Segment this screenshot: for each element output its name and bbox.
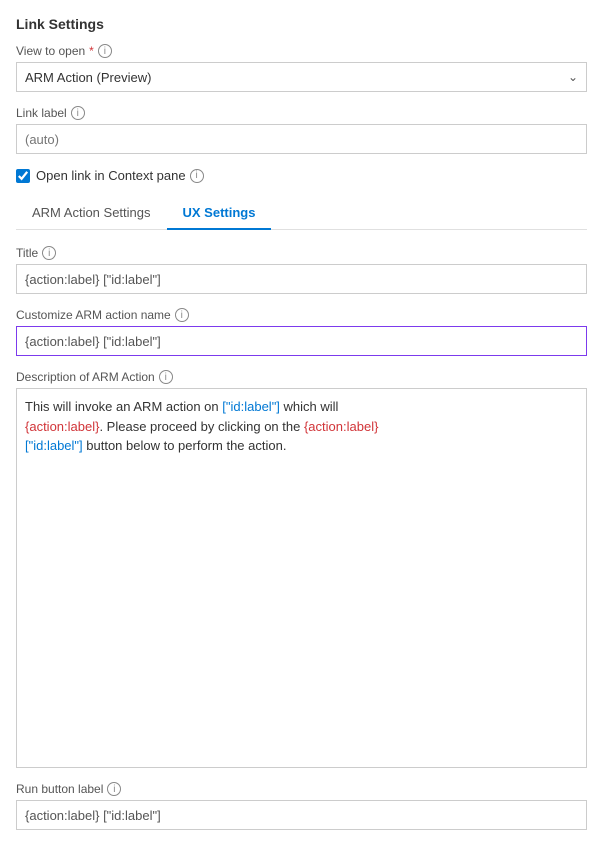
open-context-info-icon[interactable]: i [190,169,204,183]
description-group: Description of ARM Action i This will in… [16,370,587,768]
link-label-info-icon[interactable]: i [71,106,85,120]
customize-arm-info-icon[interactable]: i [175,308,189,322]
description-textarea[interactable]: This will invoke an ARM action on ["id:l… [16,388,587,768]
run-button-label-info-icon[interactable]: i [107,782,121,796]
view-to-open-info-icon[interactable]: i [98,44,112,58]
section-title: Link Settings [16,16,587,32]
description-textarea-wrapper: This will invoke an ARM action on ["id:l… [16,388,587,768]
title-field-label: Title i [16,246,587,260]
view-to-open-group: View to open * i ARM Action (Preview) ⌄ [16,44,587,92]
link-label-text: Link label [16,106,67,120]
customize-arm-label: Customize ARM action name i [16,308,587,322]
open-context-label-text: Open link in Context pane [36,168,186,183]
required-star: * [89,44,94,58]
customize-arm-input[interactable] [16,326,587,356]
desc-line1-plain: This will invoke an ARM action on [25,399,222,414]
tab-arm-action-settings[interactable]: ARM Action Settings [16,197,167,230]
tab-ux-settings[interactable]: UX Settings [167,197,272,230]
run-button-label-text: Run button label [16,782,103,796]
run-button-label-label: Run button label i [16,782,587,796]
link-label-group: Link label i [16,106,587,154]
description-label: Description of ARM Action i [16,370,587,384]
desc-line2-red: {action:label} [25,419,99,434]
open-context-label: Open link in Context pane i [36,168,204,183]
view-to-open-label: View to open * i [16,44,587,58]
description-label-text: Description of ARM Action [16,370,155,384]
view-to-open-dropdown-wrapper: ARM Action (Preview) ⌄ [16,62,587,92]
link-label-label: Link label i [16,106,587,120]
desc-line2-red2: {action:label} [304,419,378,434]
view-to-open-dropdown[interactable]: ARM Action (Preview) ⌄ [16,62,587,92]
description-info-icon[interactable]: i [159,370,173,384]
tabs-row: ARM Action Settings UX Settings [16,197,587,230]
desc-line3-blue: ["id:label"] [25,438,83,453]
desc-line1-blue: ["id:label"] [222,399,280,414]
dropdown-arrow-icon: ⌄ [568,70,578,84]
view-to-open-text: View to open [16,44,85,58]
open-context-checkbox[interactable] [16,169,30,183]
customize-arm-label-text: Customize ARM action name [16,308,171,322]
title-input[interactable] [16,264,587,294]
desc-line1-plain2: which will [280,399,339,414]
title-field-label-text: Title [16,246,38,260]
desc-line3-plain: button below to perform the action. [83,438,287,453]
view-to-open-value: ARM Action (Preview) [25,70,151,85]
link-label-input[interactable] [16,124,587,154]
open-context-row: Open link in Context pane i [16,168,587,183]
title-field-group: Title i [16,246,587,294]
run-button-label-group: Run button label i [16,782,587,830]
customize-arm-group: Customize ARM action name i [16,308,587,356]
desc-line2-plain: . Please proceed by clicking on the [99,419,304,434]
run-button-label-input[interactable] [16,800,587,830]
title-field-info-icon[interactable]: i [42,246,56,260]
